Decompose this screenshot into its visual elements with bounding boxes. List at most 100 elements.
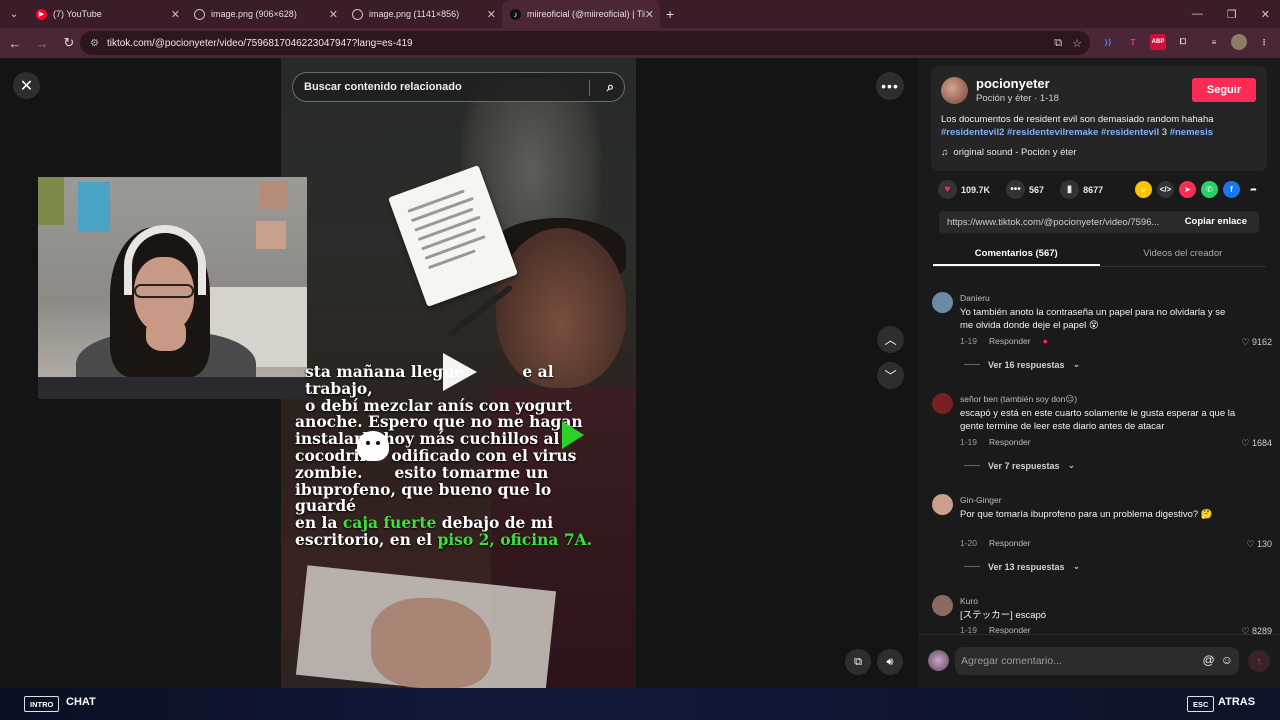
browser-tab-image2[interactable]: image.png (1141×856) ✕ — [344, 0, 502, 28]
forward-icon[interactable]: → — [30, 36, 54, 51]
volume-button[interactable]: 🔊︎ — [877, 649, 903, 675]
comment-username[interactable]: señor ben (también soy don😐) — [960, 394, 1077, 405]
emoji-icon[interactable]: ☺ — [1221, 653, 1233, 667]
chevron-down-icon: ⌄ — [1072, 561, 1081, 571]
like-button[interactable]: ♥ 109.7K — [938, 180, 990, 199]
media-icon[interactable]: ≡ — [1206, 34, 1222, 50]
profile-avatar[interactable] — [1231, 34, 1247, 50]
maximize-icon[interactable]: ❐ — [1227, 8, 1237, 21]
reply-button[interactable]: Responder — [989, 437, 1031, 447]
post-comment-button[interactable]: ↑ — [1248, 650, 1270, 672]
avatar[interactable] — [932, 292, 953, 313]
window-controls: — ❐ ✕ — [1192, 0, 1270, 28]
browser-tab-tiktok[interactable]: ♪ miireoficial (@miireoficial) | Tik ✕ — [502, 0, 660, 28]
browser-menu-icon[interactable]: ⋮ — [1256, 34, 1272, 50]
view-replies-button[interactable]: Ver 16 respuestas ⌄ — [964, 359, 1080, 370]
follow-button[interactable]: Seguir — [1192, 78, 1256, 102]
avatar[interactable] — [932, 494, 953, 515]
bookmark-star-icon[interactable]: ☆ — [1072, 37, 1082, 50]
extension-icon[interactable]: T — [1125, 34, 1141, 50]
site-info-icon[interactable]: ⚙ — [90, 38, 99, 49]
comment-input[interactable]: Agregar comentario... @ ☺ — [955, 647, 1239, 675]
address-bar-row: ← → ↻ ⚙ tiktok.com/@pocionyeter/video/75… — [0, 28, 1280, 58]
facebook-icon[interactable]: f — [1223, 181, 1240, 198]
browser-tab-image1[interactable]: image.png (906×628) ✕ — [186, 0, 344, 28]
close-video-button[interactable]: ✕ — [13, 72, 40, 99]
tiktok-icon: ♪ — [510, 8, 521, 20]
tab-title: image.png (906×628) — [211, 9, 297, 19]
pip-button[interactable]: ⧉ — [845, 649, 871, 675]
minimize-icon[interactable]: — — [1192, 8, 1203, 20]
tab-creator-videos[interactable]: Videos del creador — [1100, 243, 1267, 266]
comment-item: Danieru Yo también anoto la contraseña u… — [932, 292, 1272, 382]
close-tab-icon[interactable]: ✕ — [487, 8, 496, 21]
share-link-field[interactable]: https://www.tiktok.com/@pocionyeter/vide… — [939, 211, 1259, 233]
key-label: CHAT — [66, 696, 96, 708]
author-username[interactable]: pocionyeter — [976, 76, 1050, 91]
puzzle-icon[interactable]: ⧠ — [1175, 34, 1191, 50]
send-icon[interactable]: ➤ — [1179, 181, 1196, 198]
video-player[interactable]: sta mañana llegué e al trabajo, o debí me… — [0, 58, 918, 688]
youtube-icon: ▶ — [36, 8, 47, 20]
avatar[interactable] — [928, 650, 949, 671]
reply-button[interactable]: Responder — [989, 538, 1031, 548]
comment-button[interactable]: ••• 567 — [1006, 180, 1044, 199]
reply-button[interactable]: Responder — [989, 336, 1031, 346]
save-button[interactable]: ▮ 8677 — [1060, 180, 1103, 199]
author-avatar[interactable] — [941, 77, 968, 104]
reload-icon[interactable]: ↻ — [57, 35, 81, 51]
author-card: pocionyeter Poción y éter · 1-18 Seguir … — [931, 66, 1267, 171]
hashtag-link[interactable]: #residentevil — [1101, 127, 1159, 138]
play-icon[interactable] — [443, 353, 477, 391]
comment-like-button[interactable]: ♡ 9162 — [1241, 337, 1272, 348]
more-options-button[interactable]: ••• — [876, 72, 904, 100]
bookmark-icon: ▮ — [1060, 180, 1080, 199]
video-caption-text: sta mañana llegué e al trabajo, o debí me… — [295, 362, 593, 549]
next-video-button[interactable]: ﹀ — [877, 362, 904, 389]
copy-link-button[interactable]: Copiar enlace — [1185, 216, 1247, 227]
search-icon[interactable]: ⌕ — [607, 79, 614, 95]
webcam-overlay — [38, 177, 307, 399]
browser-tab-youtube[interactable]: ▶ (7) YouTube ✕ — [28, 0, 186, 28]
avatar[interactable] — [932, 393, 953, 414]
extensions-bar: ⟩⟩ T ABP ⧠ ≡ ⋮ — [1100, 34, 1272, 50]
hashtag-link[interactable]: #residentevilremake — [1007, 127, 1098, 138]
view-replies-button[interactable]: Ver 7 respuestas ⌄ — [964, 460, 1075, 471]
extension-icon[interactable]: ⟩⟩ — [1100, 34, 1116, 50]
close-tab-icon[interactable]: ✕ — [645, 8, 654, 21]
tab-comments[interactable]: Comentarios (567) — [933, 243, 1100, 266]
avatar[interactable] — [932, 595, 953, 616]
install-app-icon[interactable]: ⧉ — [1054, 37, 1062, 50]
comment-meta: 1-19 Responder — [960, 437, 1031, 447]
mention-icon[interactable]: @ — [1203, 653, 1215, 667]
close-tab-icon[interactable]: ✕ — [171, 8, 180, 21]
embed-code-icon[interactable]: </> — [1157, 181, 1174, 198]
close-window-icon[interactable]: ✕ — [1261, 8, 1270, 21]
tab-search-menu-icon[interactable]: ⌄ — [0, 0, 28, 28]
comment-like-button[interactable]: ♡ 130 — [1246, 539, 1272, 550]
share-arrow-icon[interactable]: ➦ — [1245, 181, 1262, 198]
url-text: tiktok.com/@pocionyeter/video/7596817046… — [106, 37, 413, 49]
hashtag-link[interactable]: #residentevil2 — [941, 127, 1004, 138]
hashtag-link[interactable]: #nemesis — [1170, 127, 1213, 138]
panel-tabs: Comentarios (567) Videos del creador — [933, 243, 1266, 267]
new-tab-icon[interactable]: + — [666, 6, 674, 22]
comments-list: Danieru Yo también anoto la contraseña u… — [918, 286, 1280, 636]
related-search-input[interactable]: Buscar contenido relacionado ⌕ — [292, 72, 625, 102]
tab-title: image.png (1141×856) — [369, 9, 460, 19]
comment-composer: Agregar comentario... @ ☺ ↑ — [918, 634, 1280, 688]
adblock-icon[interactable]: ABP — [1150, 34, 1166, 50]
sound-link[interactable]: ♫ original sound - Poción y éter — [941, 147, 1076, 158]
comment-username[interactable]: Danieru — [960, 293, 990, 303]
comment-username[interactable]: Gin-Ginger — [960, 495, 1002, 505]
comment-text: Por que tomaría ibuprofeno para un probl… — [960, 509, 1213, 520]
whatsapp-icon[interactable]: ✆ — [1201, 181, 1218, 198]
url-field[interactable]: ⚙ tiktok.com/@pocionyeter/video/75968170… — [80, 31, 1090, 55]
back-icon[interactable]: ← — [3, 36, 27, 51]
comment-like-button[interactable]: ♡ 1684 — [1241, 438, 1272, 449]
close-tab-icon[interactable]: ✕ — [329, 8, 338, 21]
previous-video-button[interactable]: ︿ — [877, 326, 904, 353]
comment-username[interactable]: Kuro — [960, 596, 978, 606]
embed-friends-icon[interactable]: ☺ — [1135, 181, 1152, 198]
view-replies-button[interactable]: Ver 13 respuestas ⌄ — [964, 561, 1080, 572]
